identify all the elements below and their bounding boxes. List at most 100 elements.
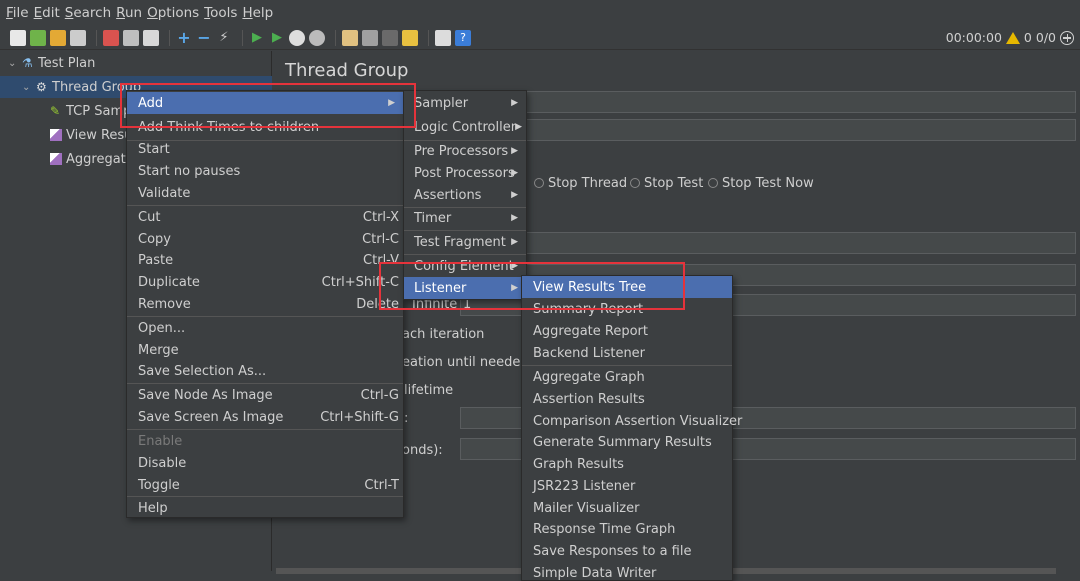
tree-item-view-results[interactable]: View Resu <box>50 124 132 146</box>
page-title: Thread Group <box>285 60 409 81</box>
menu-item-remove[interactable]: Remove Delete <box>127 293 403 315</box>
menu-item-duplicate[interactable]: Duplicate Ctrl+Shift-C <box>127 271 403 293</box>
expand-icon[interactable]: + <box>176 29 192 46</box>
listener-item-mailer-visualizer[interactable]: Mailer Visualizer <box>522 497 732 519</box>
menu-item-cut[interactable]: Cut Ctrl-X <box>127 206 403 228</box>
toolbar-separator <box>169 29 170 46</box>
tree-item-aggregate[interactable]: Aggregate <box>50 148 134 170</box>
menu-item-add-think-times[interactable]: Add Think Times to children <box>127 116 403 138</box>
delay-creation-label: eation until needed <box>402 355 529 370</box>
new-icon[interactable] <box>10 29 26 46</box>
chevron-down-icon[interactable]: ⌄ <box>8 58 18 69</box>
reset-search-icon[interactable] <box>402 29 418 46</box>
thread-count: 0/0 <box>1035 30 1056 45</box>
submenu-item-test-fragment[interactable]: Test Fragment ▶ <box>404 231 526 253</box>
submenu-item-pre-processors[interactable]: Pre Processors ▶ <box>404 140 526 162</box>
submenu-item-post-processors[interactable]: Post Processors ▶ <box>404 162 526 184</box>
save-icon[interactable] <box>70 29 86 46</box>
submenu-item-listener[interactable]: Listener ▶ <box>404 277 526 299</box>
menu-item-merge[interactable]: Merge <box>127 339 403 361</box>
menu-item-validate[interactable]: Validate <box>127 182 403 204</box>
stop-test-option[interactable]: Stop Test <box>630 176 703 191</box>
menu-file[interactable]: File <box>6 5 29 21</box>
menu-item-paste[interactable]: Paste Ctrl-V <box>127 249 403 271</box>
menu-item-save-screen-image[interactable]: Save Screen As Image Ctrl+Shift-G <box>127 406 403 428</box>
warning-icon[interactable] <box>1005 31 1020 44</box>
menu-edit[interactable]: Edit <box>34 5 60 21</box>
menu-help[interactable]: Help <box>242 5 273 21</box>
search-icon[interactable] <box>382 29 398 46</box>
paste-icon[interactable] <box>143 29 159 46</box>
listener-item-jsr223[interactable]: JSR223 Listener <box>522 475 732 497</box>
listener-item-view-results-tree[interactable]: View Results Tree <box>522 276 732 298</box>
submenu-item-logic-controller[interactable]: Logic Controller ▶ <box>404 116 526 138</box>
menu-item-help[interactable]: Help <box>127 497 403 519</box>
arrow-right-icon: ▶ <box>388 98 395 108</box>
listener-item-aggregate-graph[interactable]: Aggregate Graph <box>522 366 732 388</box>
add-circle-icon[interactable] <box>1060 30 1074 45</box>
same-user-label: ach iteration <box>402 327 485 342</box>
submenu-item-config-element[interactable]: Config Element ▶ <box>404 255 526 277</box>
stop-thread-option[interactable]: Stop Thread <box>534 176 627 191</box>
listener-item-assertion-results[interactable]: Assertion Results <box>522 388 732 410</box>
radio-icon <box>630 178 640 188</box>
submenu-item-timer[interactable]: Timer ▶ <box>404 207 526 229</box>
cut-icon[interactable] <box>103 29 119 46</box>
tree-item-tcp-sampler[interactable]: ✎ TCP Samp <box>50 100 131 122</box>
listener-item-generate-summary[interactable]: Generate Summary Results <box>522 431 732 453</box>
help-icon[interactable]: ? <box>455 29 471 46</box>
elapsed-time: 00:00:00 <box>945 30 1002 45</box>
listener-item-summary-report[interactable]: Summary Report <box>522 298 732 320</box>
threads-field[interactable] <box>526 232 1076 254</box>
open-icon[interactable] <box>50 29 66 46</box>
toggle-icon[interactable]: ⚡ <box>216 30 232 46</box>
status-area: 00:00:00 0 0/0 <box>942 30 1074 45</box>
tree-item-test-plan[interactable]: ⌄ ⚗ Test Plan <box>8 52 95 74</box>
lifetime-label: lifetime <box>404 383 454 398</box>
function-helper-icon[interactable] <box>435 29 451 46</box>
menu-item-open[interactable]: Open... <box>127 317 403 339</box>
toolbar-separator <box>428 29 429 46</box>
context-menu: Add ▶ Add Think Times to children Start S… <box>126 90 404 518</box>
clear-icon[interactable] <box>342 29 358 46</box>
menu-item-save-node-image[interactable]: Save Node As Image Ctrl-G <box>127 384 403 406</box>
clear-all-icon[interactable] <box>362 29 378 46</box>
chevron-down-icon[interactable]: ⌄ <box>22 82 32 93</box>
menu-tools[interactable]: Tools <box>204 5 237 21</box>
tree-item-label: Aggregate <box>66 151 134 167</box>
listener-item-response-time-graph[interactable]: Response Time Graph <box>522 518 732 540</box>
listener-item-graph-results[interactable]: Graph Results <box>522 453 732 475</box>
menu-bar: File Edit Search Run Options Tools Help <box>0 0 1080 26</box>
toolbar: + − ⚡ ▶ ▶ ? <box>0 26 1080 50</box>
submenu-item-assertions[interactable]: Assertions ▶ <box>404 184 526 206</box>
menu-item-toggle[interactable]: Toggle Ctrl-T <box>127 474 403 496</box>
menu-item-save-selection[interactable]: Save Selection As... <box>127 360 403 382</box>
templates-icon[interactable] <box>30 29 46 46</box>
shutdown-icon[interactable] <box>309 29 325 46</box>
comments-field[interactable] <box>526 119 1076 141</box>
listener-item-simple-data-writer[interactable]: Simple Data Writer <box>522 562 732 581</box>
menu-item-disable[interactable]: Disable <box>127 452 403 474</box>
menu-item-add[interactable]: Add ▶ <box>127 92 403 114</box>
submenu-item-sampler[interactable]: Sampler ▶ <box>404 92 526 114</box>
collapse-icon[interactable]: − <box>196 29 212 46</box>
name-field[interactable] <box>526 91 1076 113</box>
stop-icon[interactable] <box>289 29 305 46</box>
menu-run[interactable]: Run <box>116 5 142 21</box>
menu-item-start[interactable]: Start <box>127 138 403 160</box>
menu-item-start-no-pauses[interactable]: Start no pauses <box>127 160 403 182</box>
option-label: Stop Thread <box>548 176 628 191</box>
stop-test-now-option[interactable]: Stop Test Now <box>708 176 814 191</box>
start-icon[interactable]: ▶ <box>249 30 265 46</box>
listener-item-comparison-assertion[interactable]: Comparison Assertion Visualizer <box>522 410 742 432</box>
menu-options[interactable]: Options <box>147 5 199 21</box>
listener-item-aggregate-report[interactable]: Aggregate Report <box>522 320 732 342</box>
listener-item-save-responses[interactable]: Save Responses to a file <box>522 540 732 562</box>
start-no-pauses-icon[interactable]: ▶ <box>269 30 285 46</box>
arrow-right-icon: ▶ <box>511 261 518 271</box>
listener-item-backend-listener[interactable]: Backend Listener <box>522 342 732 364</box>
option-label: Stop Test Now <box>722 176 814 191</box>
menu-item-copy[interactable]: Copy Ctrl-C <box>127 228 403 250</box>
menu-search[interactable]: Search <box>65 5 111 21</box>
copy-icon[interactable] <box>123 29 139 46</box>
